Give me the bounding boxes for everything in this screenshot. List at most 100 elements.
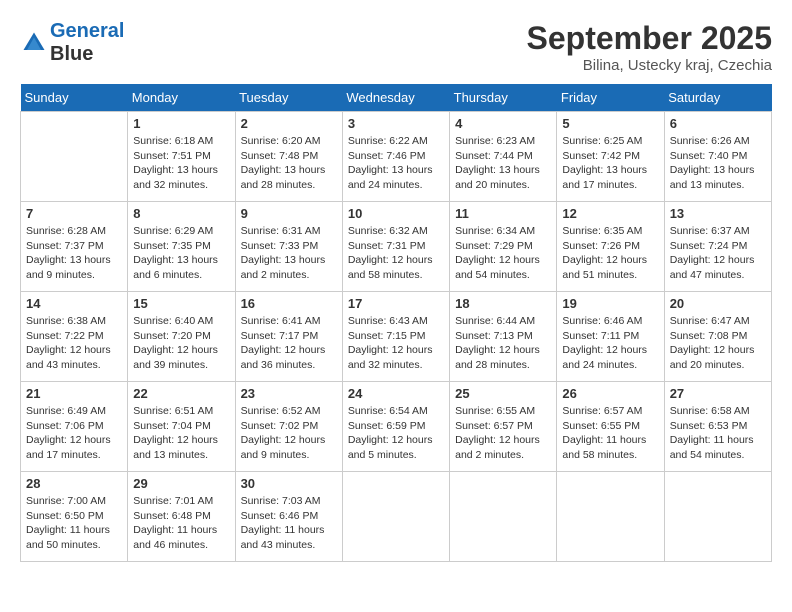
day-cell: 18Sunrise: 6:44 AMSunset: 7:13 PMDayligh…	[450, 292, 557, 382]
day-info: Sunrise: 6:58 AMSunset: 6:53 PMDaylight:…	[670, 404, 766, 463]
day-info: Sunrise: 6:55 AMSunset: 6:57 PMDaylight:…	[455, 404, 551, 463]
day-cell: 10 Sunrise: 6:32 AMSunset: 7:31 PMDayligh…	[342, 202, 449, 292]
day-info: Sunrise: 6:52 AMSunset: 7:02 PMDaylight:…	[241, 404, 337, 463]
week-row-4: 21 Sunrise: 6:49 AMSunset: 7:06 PMDayligh…	[21, 382, 772, 472]
calendar-table: SundayMondayTuesdayWednesdayThursdayFrid…	[20, 84, 772, 562]
day-number: 11	[455, 206, 551, 221]
day-cell: 2Sunrise: 6:20 AMSunset: 7:48 PMDaylight…	[235, 112, 342, 202]
day-cell: 3 Sunrise: 6:22 AMSunset: 7:46 PMDaylight…	[342, 112, 449, 202]
day-cell: 29 Sunrise: 7:01 AMSunset: 6:48 PMDayligh…	[128, 472, 235, 562]
logo-icon	[20, 29, 48, 57]
col-header-tuesday: Tuesday	[235, 84, 342, 112]
day-number: 21	[26, 386, 122, 401]
day-number: 7	[26, 206, 122, 221]
day-cell: 17 Sunrise: 6:43 AMSunset: 7:15 PMDayligh…	[342, 292, 449, 382]
day-number: 8	[133, 206, 229, 221]
day-cell: 19 Sunrise: 6:46 AMSunset: 7:11 PMDayligh…	[557, 292, 664, 382]
day-info: Sunrise: 6:40 AMSunset: 7:20 PMDaylight:…	[133, 314, 229, 373]
week-row-3: 14 Sunrise: 6:38 AMSunset: 7:22 PMDayligh…	[21, 292, 772, 382]
week-row-5: 28 Sunrise: 7:00 AMSunset: 6:50 PMDayligh…	[21, 472, 772, 562]
day-number: 28	[26, 476, 122, 491]
location-title: Bilina, Ustecky kraj, Czechia	[527, 57, 772, 74]
day-cell: 13 Sunrise: 6:37 AMSunset: 7:24 PMDayligh…	[664, 202, 771, 292]
day-info: Sunrise: 6:41 AMSunset: 7:17 PMDaylight:…	[241, 314, 337, 373]
day-number: 14	[26, 296, 122, 311]
day-cell	[450, 472, 557, 562]
day-number: 27	[670, 386, 766, 401]
day-number: 18	[455, 296, 551, 311]
week-row-1: 1 Sunrise: 6:18 AMSunset: 7:51 PMDaylight…	[21, 112, 772, 202]
day-cell: 11 Sunrise: 6:34 AMSunset: 7:29 PMDayligh…	[450, 202, 557, 292]
day-cell: 7 Sunrise: 6:28 AMSunset: 7:37 PMDaylight…	[21, 202, 128, 292]
logo: General Blue	[20, 20, 124, 66]
day-cell: 26 Sunrise: 6:57 AMSunset: 6:55 PMDayligh…	[557, 382, 664, 472]
day-number: 12	[562, 206, 658, 221]
day-info: Sunrise: 6:32 AMSunset: 7:31 PMDaylight:…	[348, 224, 444, 283]
col-header-monday: Monday	[128, 84, 235, 112]
day-cell: 23 Sunrise: 6:52 AMSunset: 7:02 PMDayligh…	[235, 382, 342, 472]
day-number: 26	[562, 386, 658, 401]
day-info: Sunrise: 7:00 AMSunset: 6:50 PMDaylight:…	[26, 494, 122, 553]
logo-text-blue: Blue	[50, 43, 93, 65]
header-row: SundayMondayTuesdayWednesdayThursdayFrid…	[21, 84, 772, 112]
day-number: 29	[133, 476, 229, 491]
day-info: Sunrise: 6:54 AMSunset: 6:59 PMDaylight:…	[348, 404, 444, 463]
day-cell: 15 Sunrise: 6:40 AMSunset: 7:20 PMDayligh…	[128, 292, 235, 382]
day-number: 6	[670, 116, 766, 131]
day-cell: 21 Sunrise: 6:49 AMSunset: 7:06 PMDayligh…	[21, 382, 128, 472]
day-cell: 25 Sunrise: 6:55 AMSunset: 6:57 PMDayligh…	[450, 382, 557, 472]
day-cell: 22 Sunrise: 6:51 AMSunset: 7:04 PMDayligh…	[128, 382, 235, 472]
day-number: 10	[348, 206, 444, 221]
day-cell: 20Sunrise: 6:47 AMSunset: 7:08 PMDayligh…	[664, 292, 771, 382]
day-info: Sunrise: 6:26 AMSunset: 7:40 PMDaylight:…	[670, 134, 766, 193]
day-info: Sunrise: 6:43 AMSunset: 7:15 PMDaylight:…	[348, 314, 444, 373]
col-header-wednesday: Wednesday	[342, 84, 449, 112]
day-cell: 8Sunrise: 6:29 AMSunset: 7:35 PMDaylight…	[128, 202, 235, 292]
day-cell: 14 Sunrise: 6:38 AMSunset: 7:22 PMDayligh…	[21, 292, 128, 382]
day-cell: 12Sunrise: 6:35 AMSunset: 7:26 PMDayligh…	[557, 202, 664, 292]
day-number: 25	[455, 386, 551, 401]
day-number: 17	[348, 296, 444, 311]
day-number: 5	[562, 116, 658, 131]
col-header-thursday: Thursday	[450, 84, 557, 112]
day-cell: 4 Sunrise: 6:23 AMSunset: 7:44 PMDaylight…	[450, 112, 557, 202]
day-info: Sunrise: 6:23 AMSunset: 7:44 PMDaylight:…	[455, 134, 551, 193]
day-info: Sunrise: 6:22 AMSunset: 7:46 PMDaylight:…	[348, 134, 444, 193]
day-number: 1	[133, 116, 229, 131]
day-number: 3	[348, 116, 444, 131]
day-cell: 5Sunrise: 6:25 AMSunset: 7:42 PMDaylight…	[557, 112, 664, 202]
day-number: 13	[670, 206, 766, 221]
day-info: Sunrise: 6:37 AMSunset: 7:24 PMDaylight:…	[670, 224, 766, 283]
day-cell: 16 Sunrise: 6:41 AMSunset: 7:17 PMDayligh…	[235, 292, 342, 382]
day-info: Sunrise: 6:28 AMSunset: 7:37 PMDaylight:…	[26, 224, 122, 283]
day-info: Sunrise: 6:18 AMSunset: 7:51 PMDaylight:…	[133, 134, 229, 193]
day-info: Sunrise: 6:31 AMSunset: 7:33 PMDaylight:…	[241, 224, 337, 283]
day-cell	[664, 472, 771, 562]
day-number: 23	[241, 386, 337, 401]
day-cell: 1 Sunrise: 6:18 AMSunset: 7:51 PMDaylight…	[128, 112, 235, 202]
logo-text-general: General	[50, 20, 124, 42]
day-cell: 24 Sunrise: 6:54 AMSunset: 6:59 PMDayligh…	[342, 382, 449, 472]
day-info: Sunrise: 6:49 AMSunset: 7:06 PMDaylight:…	[26, 404, 122, 463]
col-header-sunday: Sunday	[21, 84, 128, 112]
day-number: 22	[133, 386, 229, 401]
day-number: 19	[562, 296, 658, 311]
col-header-friday: Friday	[557, 84, 664, 112]
day-number: 24	[348, 386, 444, 401]
title-block: September 2025 Bilina, Ustecky kraj, Cze…	[527, 20, 772, 74]
day-info: Sunrise: 6:34 AMSunset: 7:29 PMDaylight:…	[455, 224, 551, 283]
day-cell	[557, 472, 664, 562]
month-title: September 2025	[527, 20, 772, 57]
day-info: Sunrise: 6:57 AMSunset: 6:55 PMDaylight:…	[562, 404, 658, 463]
day-number: 16	[241, 296, 337, 311]
day-number: 4	[455, 116, 551, 131]
day-number: 9	[241, 206, 337, 221]
day-info: Sunrise: 7:03 AMSunset: 6:46 PMDaylight:…	[241, 494, 337, 553]
day-cell: 6 Sunrise: 6:26 AMSunset: 7:40 PMDaylight…	[664, 112, 771, 202]
page-header: General Blue September 2025 Bilina, Uste…	[20, 20, 772, 74]
day-number: 15	[133, 296, 229, 311]
day-info: Sunrise: 6:38 AMSunset: 7:22 PMDaylight:…	[26, 314, 122, 373]
day-info: Sunrise: 6:51 AMSunset: 7:04 PMDaylight:…	[133, 404, 229, 463]
day-info: Sunrise: 7:01 AMSunset: 6:48 PMDaylight:…	[133, 494, 229, 553]
day-info: Sunrise: 6:46 AMSunset: 7:11 PMDaylight:…	[562, 314, 658, 373]
